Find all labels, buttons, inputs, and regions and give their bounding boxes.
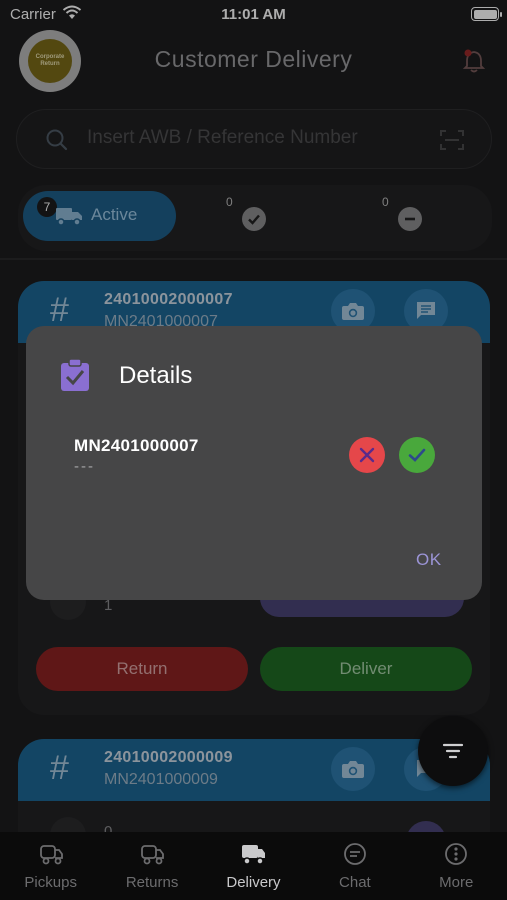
tab-label: Delivery <box>226 874 281 891</box>
tab-returns[interactable]: Returns <box>101 832 202 900</box>
more-icon <box>445 843 468 865</box>
close-icon <box>359 447 375 463</box>
tab-label: Pickups <box>24 874 77 891</box>
tab-more[interactable]: More <box>406 832 507 900</box>
dialog-title: Details <box>119 362 193 389</box>
tab-bar: Pickups Returns Delivery Chat More <box>0 832 507 900</box>
tab-label: More <box>439 874 474 891</box>
sort-filter-fab[interactable] <box>418 716 488 786</box>
details-dialog: Details MN2401000007 --- OK <box>26 326 482 600</box>
sort-lines-icon <box>442 743 464 759</box>
detail-reference: MN2401000007 <box>74 436 199 455</box>
tab-chat[interactable]: Chat <box>304 832 405 900</box>
clipboard-check-icon <box>61 358 89 391</box>
checkmark-icon <box>408 448 426 462</box>
ok-button[interactable]: OK <box>416 550 442 570</box>
delivery-truck-icon <box>242 845 266 865</box>
pickup-truck-icon <box>39 845 63 865</box>
tab-label: Chat <box>339 874 371 891</box>
tab-delivery[interactable]: Delivery <box>203 832 304 900</box>
tab-label: Returns <box>125 874 179 891</box>
reject-button[interactable] <box>349 437 385 473</box>
returns-truck-icon <box>141 845 164 865</box>
detail-subtitle: --- <box>74 458 95 475</box>
chat-icon <box>343 843 366 865</box>
tab-pickups[interactable]: Pickups <box>0 832 101 900</box>
accept-button[interactable] <box>399 437 435 473</box>
